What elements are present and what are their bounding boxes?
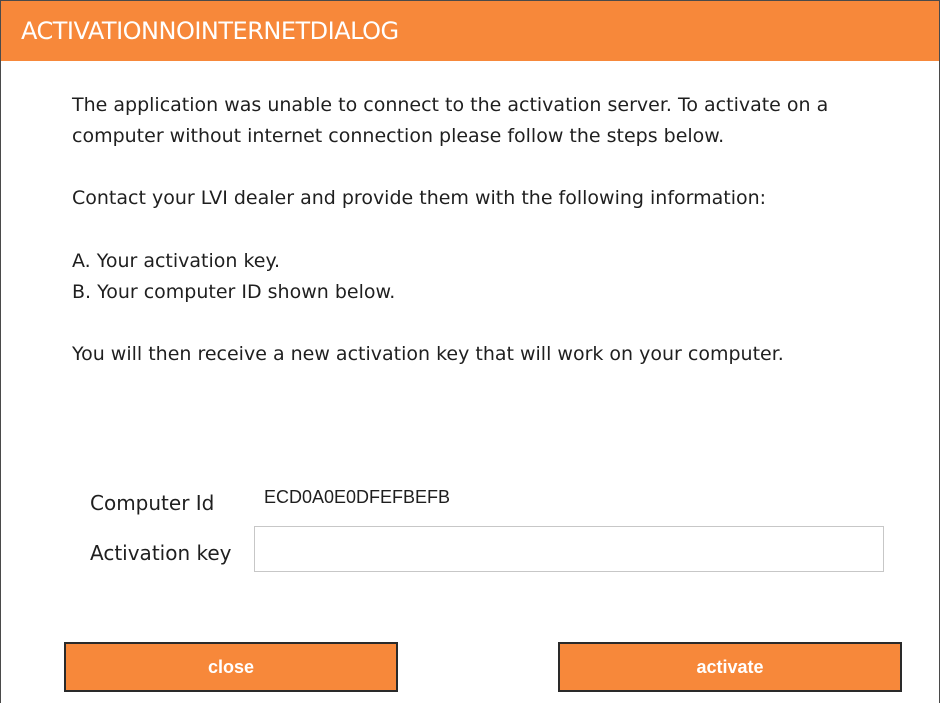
message-line-2: computer without internet connection ple…: [72, 125, 725, 147]
dialog-title: ACTIVATIONNOINTERNETDIALOG: [21, 17, 399, 45]
activation-key-input[interactable]: [254, 526, 884, 572]
activation-key-label: Activation key: [90, 541, 232, 565]
activate-button[interactable]: activate: [558, 642, 902, 692]
message-line-3: Contact your LVI dealer and provide them…: [72, 187, 767, 209]
step-b-text: B. Your computer ID shown below.: [72, 281, 396, 303]
dialog-titlebar: ACTIVATIONNOINTERNETDIALOG: [1, 1, 939, 61]
message-line-1: The application was unable to connect to…: [72, 94, 829, 116]
computer-id-value: ECD0A0E0DFEFBEFB: [264, 487, 451, 507]
computer-id-label: Computer Id: [90, 491, 215, 515]
activation-dialog: ACTIVATIONNOINTERNETDIALOG The applicati…: [0, 0, 940, 703]
message-line-4: You will then receive a new activation k…: [72, 343, 784, 365]
step-a-text: A. Your activation key.: [72, 250, 281, 272]
close-button[interactable]: close: [64, 642, 398, 692]
